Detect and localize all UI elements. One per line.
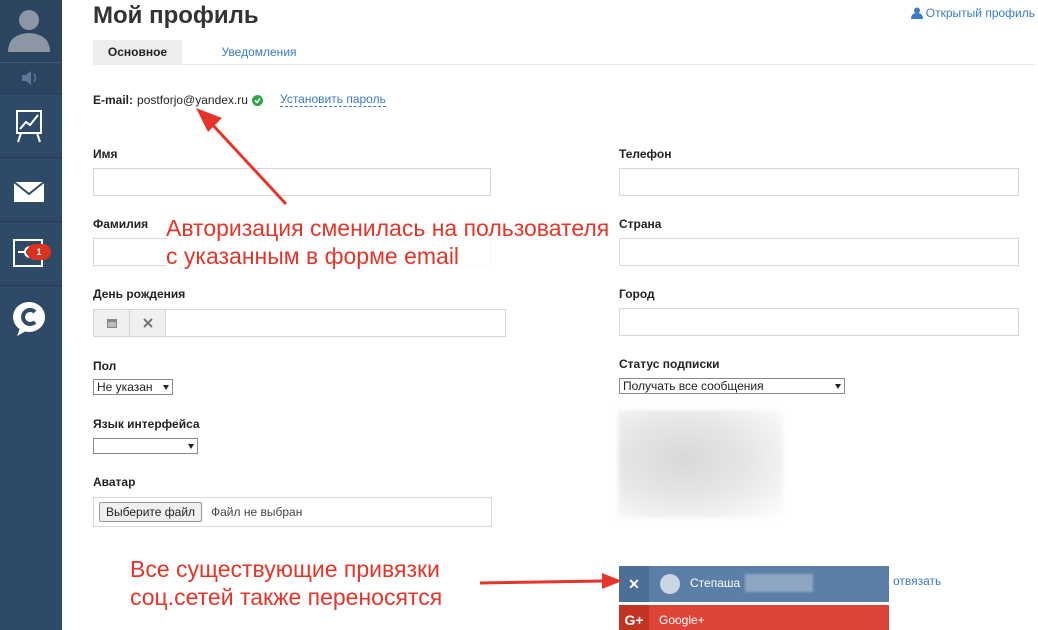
phone-input[interactable] <box>619 168 1019 196</box>
calendar-icon <box>106 319 117 328</box>
google-plus-icon: G+ <box>619 605 649 630</box>
sidebar-item-stats[interactable] <box>0 93 62 157</box>
name-label: Имя <box>93 147 118 161</box>
language-select[interactable] <box>93 438 198 454</box>
blurred-image <box>618 410 783 518</box>
subscription-value: Получать все сообщения <box>623 379 764 393</box>
calendar-button[interactable] <box>94 310 130 336</box>
tab-notifications[interactable]: Уведомления <box>201 40 317 65</box>
city-input[interactable] <box>619 308 1019 336</box>
vk-account-name: Степаша <box>690 576 741 590</box>
sidebar: 1 <box>0 0 62 630</box>
gender-select[interactable]: Не указан <box>93 379 173 395</box>
tab-bar: Основное Уведомления <box>93 40 1035 65</box>
unlink-link[interactable]: отвязать <box>893 574 941 588</box>
chevron-down-icon <box>188 444 194 449</box>
country-label: Страна <box>619 217 662 231</box>
surname-label: Фамилия <box>93 217 149 231</box>
google-plus-row[interactable]: G+ Google+ <box>619 605 889 630</box>
city-label: Город <box>619 287 655 301</box>
user-avatar-icon <box>8 10 50 52</box>
annotation-top-line1: Авторизация сменилась на пользователя <box>166 215 610 241</box>
choose-file-button[interactable]: Выберите файл <box>99 502 203 522</box>
speaker-icon <box>22 71 37 85</box>
annotation-top: Авторизация сменилась на пользователя с … <box>166 214 610 270</box>
subscription-select[interactable]: Получать все сообщения <box>619 378 845 394</box>
user-avatar[interactable] <box>0 0 62 62</box>
annotation-bottom: Все существующие привязки соц.сетей такж… <box>130 555 443 611</box>
mail-icon <box>13 181 45 202</box>
logo-icon <box>13 302 46 336</box>
tab-main[interactable]: Основное <box>93 40 182 65</box>
chevron-down-icon <box>163 385 169 390</box>
arrow-top-head <box>196 108 222 132</box>
user-icon <box>910 7 923 19</box>
sidebar-item-settings[interactable]: 1 <box>0 221 62 285</box>
clear-date-button[interactable] <box>130 310 166 336</box>
gender-value: Не указан <box>97 380 153 394</box>
avatar-file-input: Выберите файл Файл не выбран <box>93 497 492 527</box>
gender-label: Пол <box>93 359 117 373</box>
page: 1 Мой профиль Открытый профиль Основное … <box>0 0 1038 630</box>
verified-check-icon <box>251 94 263 106</box>
chevron-down-icon <box>835 384 841 389</box>
notification-badge: 1 <box>27 244 51 260</box>
birthday-label: День рождения <box>93 287 186 301</box>
file-status: Файл не выбран <box>211 505 303 519</box>
email-row: E-mail: postforjo@yandex.ru <box>93 93 263 107</box>
annotation-top-line2: с указанным в форме email <box>166 243 460 269</box>
arrow-bottom <box>479 579 605 585</box>
subscription-label: Статус подписки <box>619 357 720 371</box>
open-profile-link[interactable]: Открытый профиль <box>910 6 1035 20</box>
blurred-surname <box>745 574 813 592</box>
stats-icon <box>16 110 42 143</box>
phone-label: Телефон <box>619 147 672 161</box>
camera-icon <box>660 574 680 594</box>
annotation-bottom-line1: Все существующие привязки <box>130 556 440 582</box>
email-value: postforjo@yandex.ru <box>137 93 248 107</box>
email-label: E-mail: <box>93 93 134 107</box>
sidebar-item-logo[interactable] <box>0 285 62 349</box>
vk-icon: ✕ <box>619 566 649 602</box>
avatar-label: Аватар <box>93 475 136 489</box>
sidebar-item-mail[interactable] <box>0 157 62 221</box>
close-icon <box>142 318 153 328</box>
vk-account-row: ✕ Степаша <box>619 566 889 602</box>
set-password-link[interactable]: Установить пароль <box>280 93 386 107</box>
open-profile-label: Открытый профиль <box>925 6 1035 20</box>
country-input[interactable] <box>619 238 1019 266</box>
birthday-input[interactable] <box>93 309 506 337</box>
page-title: Мой профиль <box>93 2 259 29</box>
language-label: Язык интерфейса <box>93 417 200 431</box>
annotation-bottom-line2: соц.сетей также переносятся <box>130 584 443 610</box>
name-input[interactable] <box>93 168 491 196</box>
google-plus-label: Google+ <box>659 613 705 627</box>
sound-toggle[interactable] <box>0 62 62 92</box>
